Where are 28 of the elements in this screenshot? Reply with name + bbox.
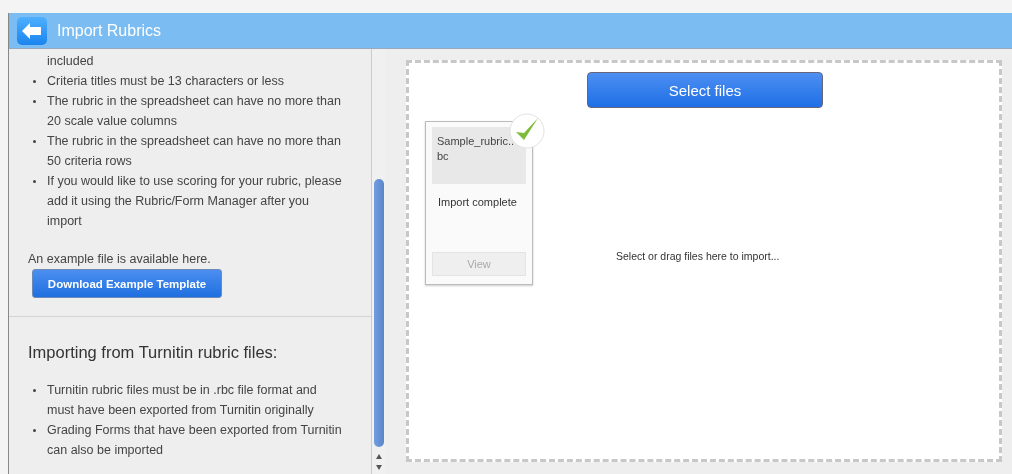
example-note: An example file is available here. bbox=[28, 251, 211, 267]
bullet-icon bbox=[33, 80, 36, 83]
list-item: The rubric in the spreadsheet can have no more than 50 criteria rows bbox=[47, 133, 342, 170]
bullet-icon bbox=[33, 140, 36, 143]
scrollbar-thumb[interactable] bbox=[374, 179, 384, 447]
back-button[interactable] bbox=[17, 16, 47, 45]
drop-zone[interactable]: Select files Sample_rubric.. bc Import complete View Select or drag files here to import... bbox=[406, 60, 1002, 462]
scrollbar[interactable] bbox=[371, 49, 386, 474]
window-title: Import Rubrics bbox=[57, 21, 162, 40]
list-item: included bbox=[47, 53, 95, 70]
drop-hint: Select or drag files here to import... bbox=[616, 250, 780, 262]
section-heading: Importing from Turnitin rubric files: bbox=[28, 343, 279, 362]
file-status: Import complete bbox=[438, 196, 518, 208]
file-name: Sample_rubric.. bc bbox=[432, 127, 526, 184]
download-template-button[interactable]: Download Example Template bbox=[32, 269, 222, 298]
bullet-icon bbox=[33, 429, 36, 432]
list-item: Criteria titles must be 13 characters or less bbox=[47, 73, 285, 90]
bullet-icon bbox=[33, 180, 36, 183]
scroll-down-icon[interactable] bbox=[376, 465, 382, 470]
bullet-icon bbox=[33, 389, 36, 392]
select-files-button[interactable]: Select files bbox=[587, 72, 823, 108]
bullet-icon bbox=[33, 100, 36, 103]
list-item: If you would like to use scoring for your rubric, please add it using the Rubric/Form Manager after you import bbox=[47, 173, 343, 230]
list-item: Grading Forms that have been exported from Turnitin can also be imported bbox=[47, 422, 343, 459]
list-item: The rubric in the spreadsheet can have no more than 20 scale value columns bbox=[47, 93, 342, 130]
scroll-up-icon[interactable] bbox=[376, 454, 382, 459]
list-item: Turnitin rubric files must be in .rbc file format and must have been exported from Turnitin originally bbox=[47, 382, 318, 419]
arrow-left-icon bbox=[22, 22, 42, 39]
